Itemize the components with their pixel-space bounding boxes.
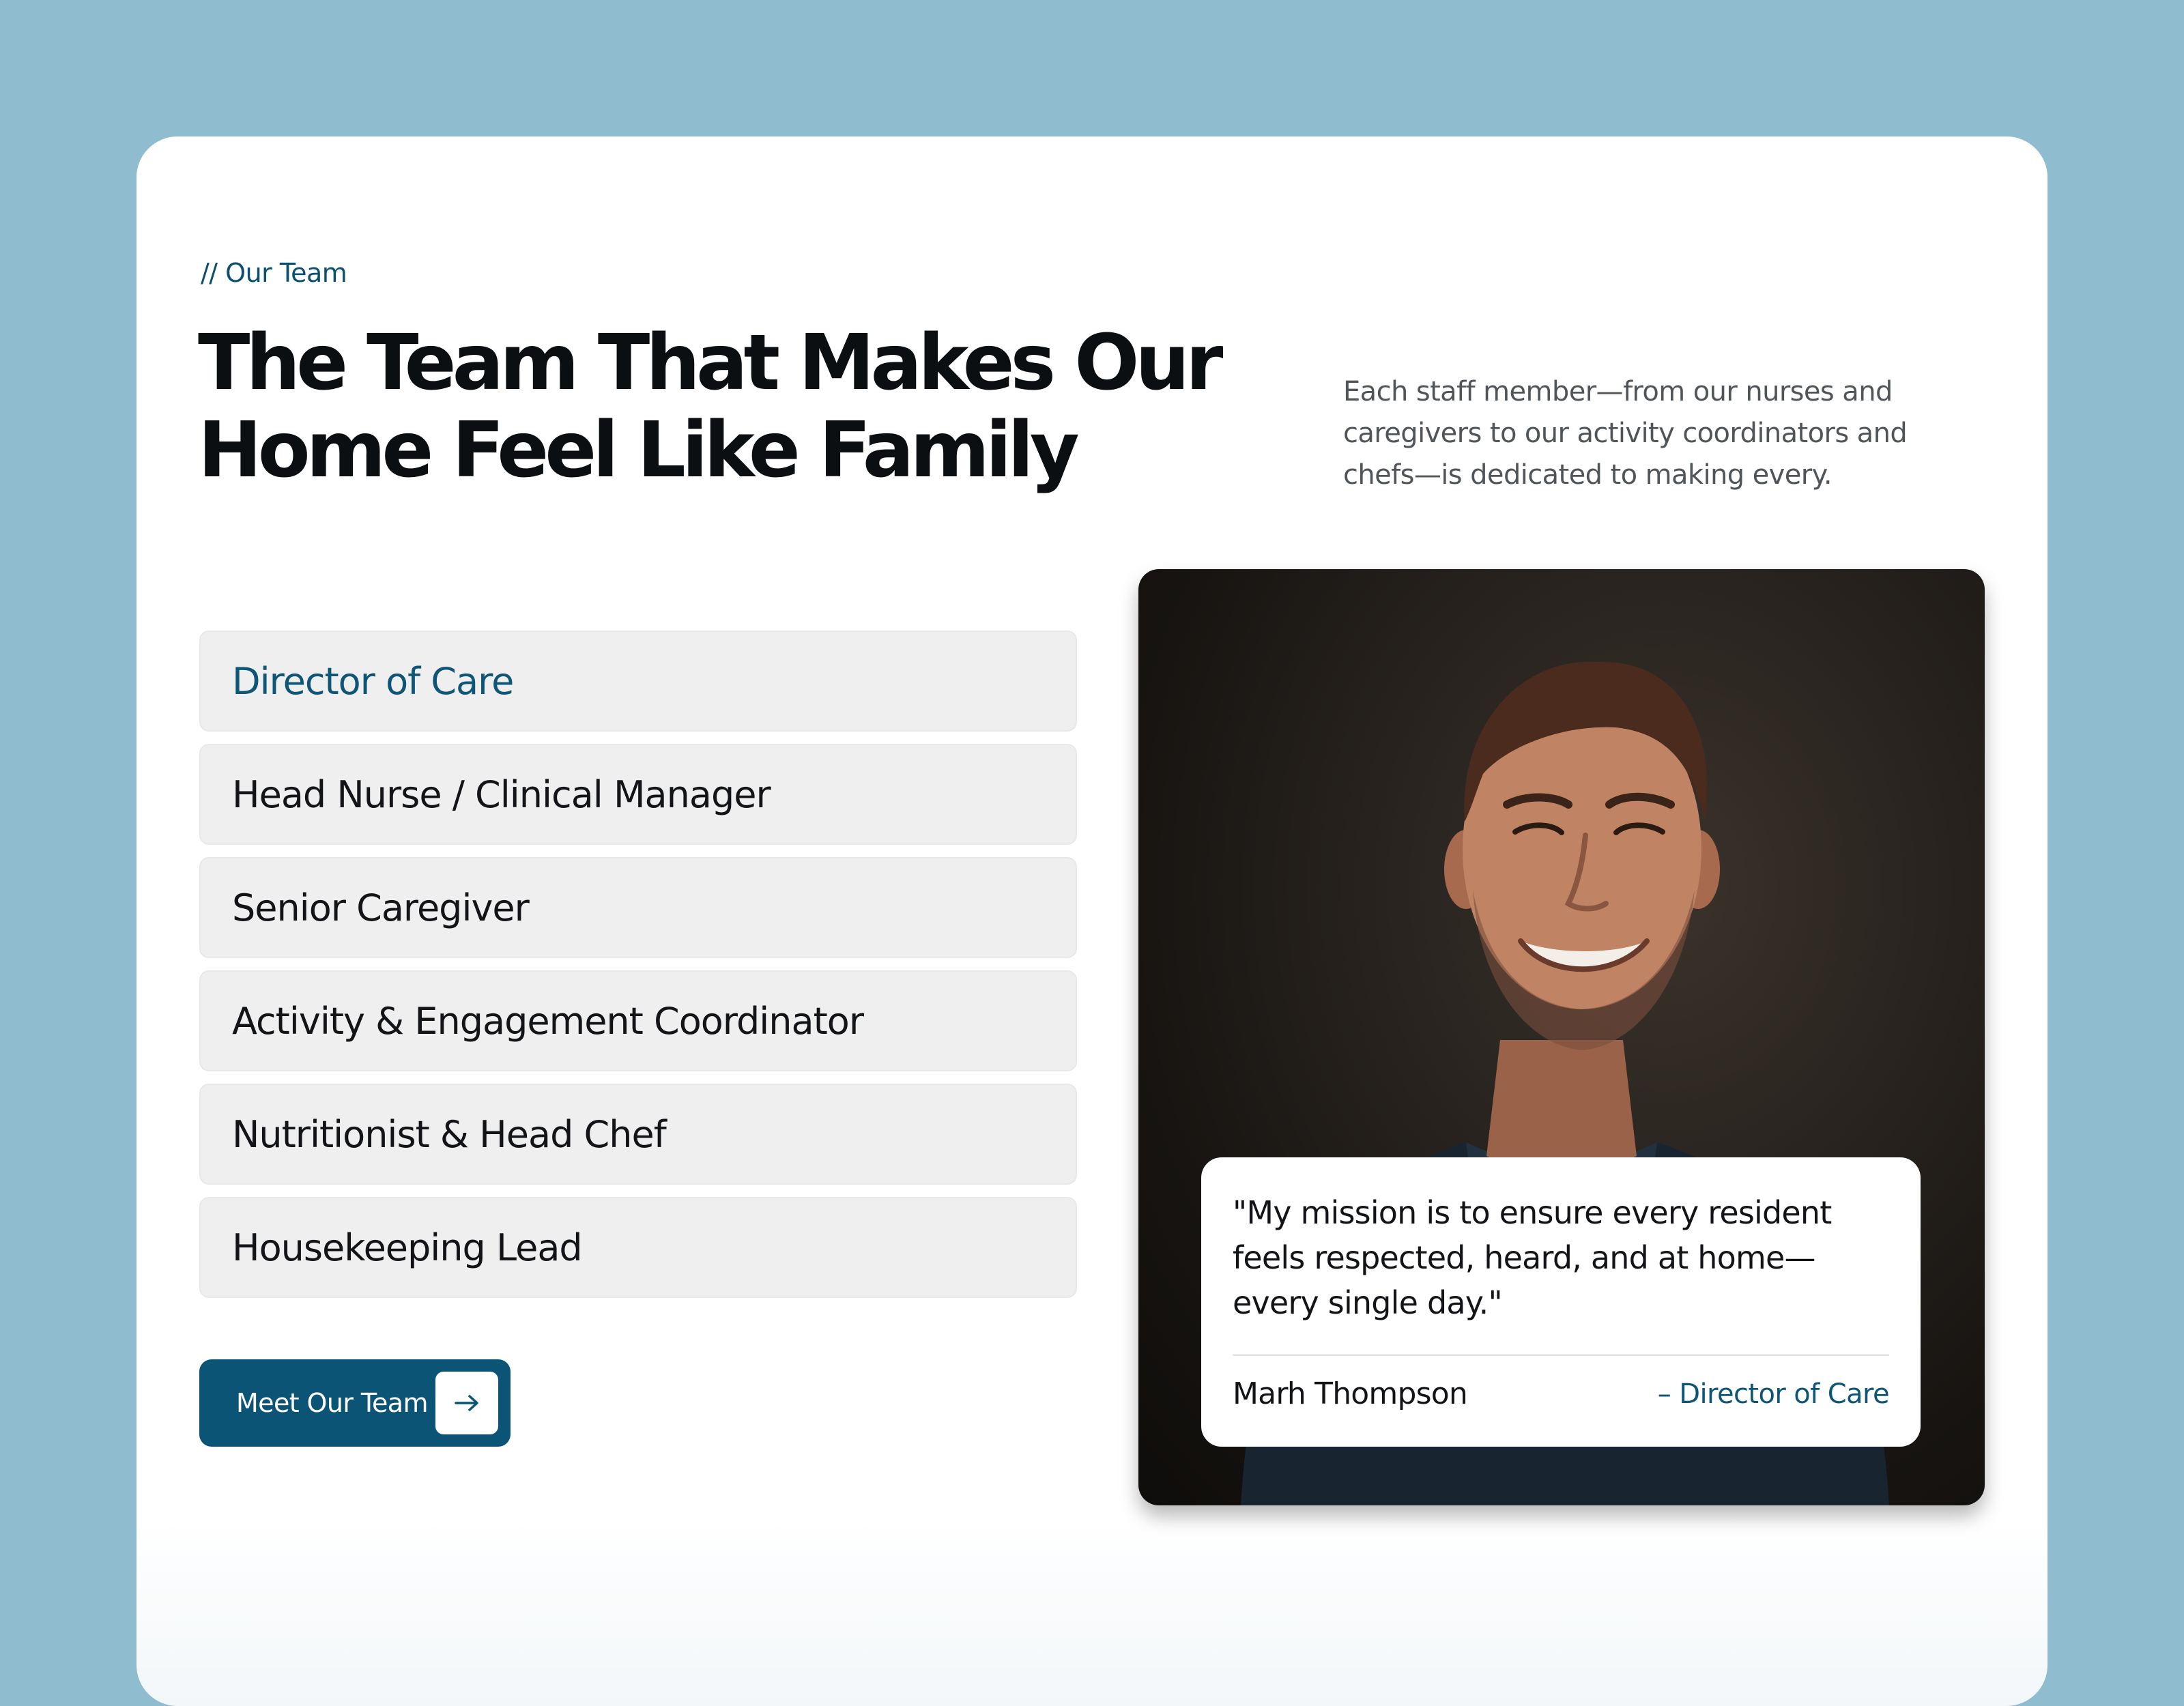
meet-our-team-label: Meet Our Team	[236, 1388, 428, 1418]
testimonial-divider	[1233, 1354, 1889, 1356]
arrow-right-icon	[435, 1372, 498, 1434]
headline-line-1: The Team That Makes Our	[198, 319, 1223, 407]
portrait-photo: "My mission is to ensure every resident …	[1138, 569, 1985, 1505]
team-section-card: // Our Team The Team That Makes Our Home…	[136, 136, 2048, 1706]
testimonial-card: "My mission is to ensure every resident …	[1201, 1157, 1921, 1447]
role-item-director-of-care[interactable]: Director of Care	[199, 631, 1077, 732]
section-eyebrow: // Our Team	[201, 258, 347, 288]
role-item-senior-caregiver[interactable]: Senior Caregiver	[199, 857, 1077, 958]
section-intro: Each staff member—from our nurses and ca…	[1343, 376, 1908, 491]
role-item-head-nurse[interactable]: Head Nurse / Clinical Manager	[199, 744, 1077, 845]
section-headline: The Team That Makes Our Home Feel Like F…	[198, 319, 1223, 495]
meet-our-team-button[interactable]: Meet Our Team	[199, 1359, 511, 1447]
testimonial-footer: Marh Thompson – Director of Care	[1233, 1376, 1890, 1411]
role-item-nutritionist-chef[interactable]: Nutritionist & Head Chef	[199, 1084, 1077, 1185]
testimonial-role: – Director of Care	[1657, 1378, 1890, 1410]
headline-line-2: Home Feel Like Family	[198, 406, 1080, 495]
testimonial-quote: "My mission is to ensure every resident …	[1233, 1194, 1832, 1321]
role-list: Director of Care Head Nurse / Clinical M…	[199, 631, 1077, 1310]
testimonial-name: Marh Thompson	[1233, 1376, 1468, 1411]
role-item-housekeeping-lead[interactable]: Housekeeping Lead	[199, 1197, 1077, 1298]
role-item-activity-coordinator[interactable]: Activity & Engagement Coordinator	[199, 970, 1077, 1071]
